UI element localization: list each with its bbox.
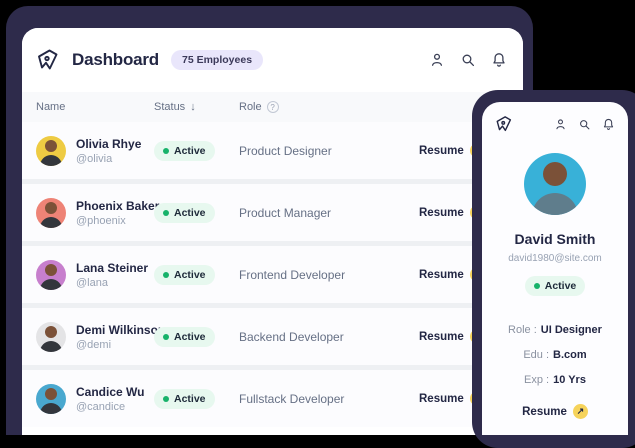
- avatar: [36, 136, 66, 166]
- profile-status: Active: [482, 276, 628, 296]
- role-cell: Frontend Developer: [239, 268, 419, 282]
- table-header-row: Name Status ↓ Role ?: [22, 92, 523, 122]
- header-actions: [429, 52, 507, 68]
- status-dot-icon: [163, 272, 169, 278]
- profile-name: David Smith: [482, 231, 628, 247]
- employee-cell: Olivia Rhye @olivia: [36, 136, 154, 166]
- profile-field-experience: Exp :10 Yrs: [482, 374, 628, 386]
- arrow-up-right-icon: ↗: [573, 404, 588, 419]
- status-dot-icon: [163, 210, 169, 216]
- user-icon[interactable]: [429, 52, 445, 68]
- column-header-role: Role ?: [239, 101, 419, 113]
- status-badge: Active: [154, 203, 215, 223]
- employee-name: Candice Wu: [76, 385, 144, 399]
- bell-icon[interactable]: [491, 52, 507, 68]
- search-icon[interactable]: [460, 52, 476, 68]
- employee-cell: Lana Steiner @lana: [36, 260, 154, 290]
- status-dot-icon: [163, 148, 169, 154]
- page-title: Dashboard: [72, 50, 159, 70]
- dashboard-panel: Dashboard 75 Employees Name Status ↓ Rol…: [22, 28, 523, 435]
- employee-handle: @candice: [76, 401, 144, 413]
- employee-handle: @olivia: [76, 153, 141, 165]
- avatar: [36, 198, 66, 228]
- table-row[interactable]: Candice Wu @candice Active Fullstack Dev…: [22, 370, 523, 427]
- phone-screen: David Smith david1980@site.com Active Ro…: [482, 102, 628, 435]
- column-header-status[interactable]: Status ↓: [154, 101, 239, 113]
- status-dot-icon: [163, 334, 169, 340]
- status-badge: Active: [154, 389, 215, 409]
- status-dot-icon: [163, 396, 169, 402]
- sort-descending-icon[interactable]: ↓: [190, 101, 196, 113]
- phone-resume-row: Resume↗: [482, 404, 628, 419]
- profile-avatar: [524, 153, 586, 215]
- employee-handle: @phoenix: [76, 215, 159, 227]
- status-badge: Active: [154, 265, 215, 285]
- status-badge: Active: [525, 276, 586, 296]
- resume-button[interactable]: Resume↗: [522, 404, 588, 419]
- employee-name: Lana Steiner: [76, 261, 148, 275]
- employee-name: Phoenix Baker: [76, 199, 159, 213]
- table-row[interactable]: Lana Steiner @lana Active Frontend Devel…: [22, 246, 523, 303]
- profile-fields: Role :UI Designer Edu :B.com Exp :10 Yrs: [482, 324, 628, 386]
- table-row[interactable]: Phoenix Baker @phoenix Active Product Ma…: [22, 184, 523, 241]
- table-row[interactable]: Olivia Rhye @olivia Active Product Desig…: [22, 122, 523, 179]
- phone-header: [482, 102, 628, 133]
- employee-cell: Demi Wilkinson @demi: [36, 322, 154, 352]
- logo-icon: [36, 48, 60, 72]
- employee-cell: Phoenix Baker @phoenix: [36, 198, 154, 228]
- employee-table: Olivia Rhye @olivia Active Product Desig…: [22, 122, 523, 427]
- role-cell: Product Manager: [239, 206, 419, 220]
- avatar: [36, 384, 66, 414]
- role-cell: Backend Developer: [239, 330, 419, 344]
- employee-name: Demi Wilkinson: [76, 323, 165, 337]
- profile-email: david1980@site.com: [482, 253, 628, 264]
- status-dot-icon: [534, 283, 540, 289]
- employees-count-badge: 75 Employees: [171, 50, 263, 70]
- table-row[interactable]: Demi Wilkinson @demi Active Backend Deve…: [22, 308, 523, 365]
- profile-field-role: Role :UI Designer: [482, 324, 628, 336]
- employee-handle: @demi: [76, 339, 165, 351]
- employee-cell: Candice Wu @candice: [36, 384, 154, 414]
- status-badge: Active: [154, 141, 215, 161]
- bell-icon[interactable]: [602, 118, 615, 131]
- profile-field-education: Edu :B.com: [482, 349, 628, 361]
- role-cell: Product Designer: [239, 144, 419, 158]
- column-header-name: Name: [36, 101, 154, 113]
- help-icon[interactable]: ?: [267, 101, 279, 113]
- avatar: [36, 260, 66, 290]
- search-icon[interactable]: [578, 118, 591, 131]
- avatar: [36, 322, 66, 352]
- user-icon[interactable]: [554, 118, 567, 131]
- employee-handle: @lana: [76, 277, 148, 289]
- status-badge: Active: [154, 327, 215, 347]
- logo-icon: [495, 115, 513, 133]
- phone-header-actions: [554, 118, 615, 131]
- dashboard-header: Dashboard 75 Employees: [22, 28, 523, 92]
- role-cell: Fullstack Developer: [239, 392, 419, 406]
- employee-name: Olivia Rhye: [76, 137, 141, 151]
